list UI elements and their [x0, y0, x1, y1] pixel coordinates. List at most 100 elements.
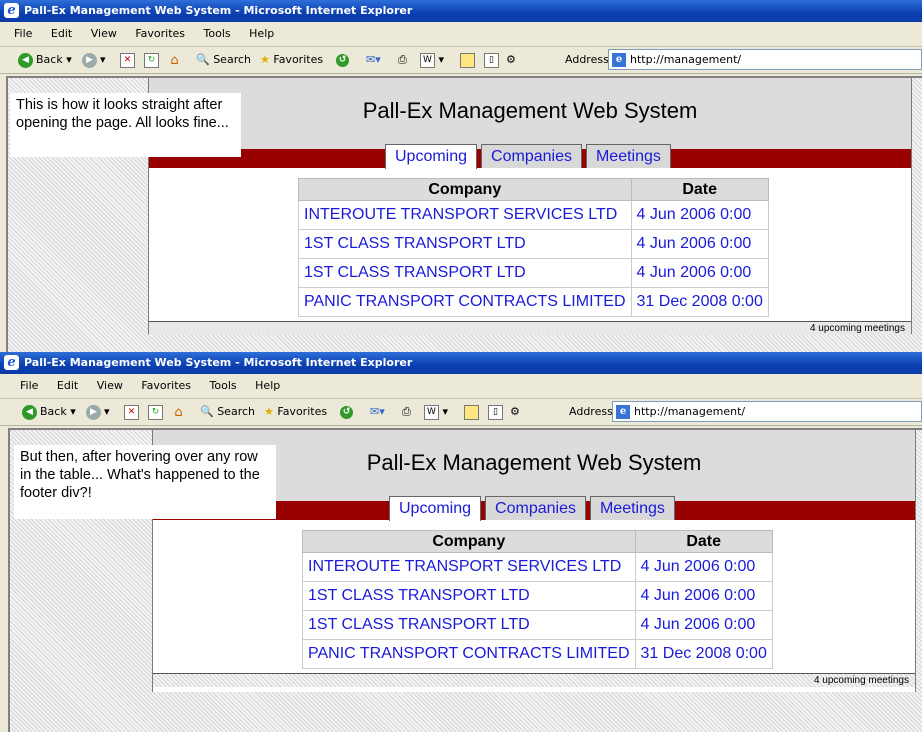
search-button[interactable]: 🔍 Search: [200, 403, 255, 421]
print-button[interactable]: ⎙: [398, 51, 407, 69]
page-icon: e: [616, 405, 630, 419]
research-button[interactable]: ▯: [484, 51, 499, 69]
table-row[interactable]: INTEROUTE TRANSPORT SERVICES LTD 4 Jun 2…: [298, 200, 769, 230]
company-cell[interactable]: INTEROUTE TRANSPORT SERVICES LTD: [302, 552, 636, 582]
discuss-button[interactable]: [464, 403, 479, 421]
forward-arrow-icon: ▶: [82, 52, 97, 68]
search-button[interactable]: 🔍 Search: [196, 51, 251, 69]
stop-button[interactable]: ✕: [120, 51, 135, 69]
tab-upcoming[interactable]: Upcoming: [389, 496, 482, 521]
star-icon: ★: [260, 53, 270, 66]
tab-strip: Upcoming Companies Meetings: [385, 144, 671, 169]
discuss-button[interactable]: [460, 51, 475, 69]
meetings-table: Company Date INTEROUTE TRANSPORT SERVICE…: [298, 178, 769, 317]
standard-toolbar: ◀ Back ▾ ▶ ▾ ✕ ↻ ⌂ 🔍 Search ★ Favorites ↺ …: [0, 399, 922, 426]
date-cell[interactable]: 4 Jun 2006 0:00: [634, 552, 773, 582]
menu-edit[interactable]: Edit: [51, 27, 72, 40]
table-header-row: Company Date: [302, 530, 773, 553]
home-button[interactable]: ⌂: [168, 51, 181, 69]
date-cell[interactable]: 4 Jun 2006 0:00: [630, 229, 769, 259]
forward-arrow-icon: ▶: [86, 404, 101, 420]
date-cell[interactable]: 4 Jun 2006 0:00: [630, 258, 769, 288]
date-cell[interactable]: 4 Jun 2006 0:00: [634, 610, 773, 640]
menu-file[interactable]: File: [14, 27, 32, 40]
table-row[interactable]: PANIC TRANSPORT CONTRACTS LIMITED 31 Dec…: [298, 287, 769, 317]
table-row[interactable]: 1ST CLASS TRANSPORT LTD 4 Jun 2006 0:00: [302, 610, 773, 640]
history-button[interactable]: ↺: [336, 51, 352, 69]
refresh-button[interactable]: ↻: [144, 51, 159, 69]
history-button[interactable]: ↺: [340, 403, 356, 421]
messenger-icon: ⚙: [510, 405, 520, 418]
company-cell[interactable]: PANIC TRANSPORT CONTRACTS LIMITED: [302, 639, 636, 669]
menu-edit[interactable]: Edit: [57, 379, 78, 392]
mail-button[interactable]: ✉▾: [370, 403, 385, 421]
back-button[interactable]: ◀ Back ▾: [18, 51, 72, 69]
meetings-table: Company Date INTEROUTE TRANSPORT SERVICE…: [302, 530, 773, 669]
standard-toolbar: ◀ Back ▾ ▶ ▾ ✕ ↻ ⌂ 🔍 Search ★ Favorites ↺ …: [0, 47, 922, 74]
title-bar: e Pall-Ex Management Web System - Micros…: [0, 0, 922, 22]
menu-help[interactable]: Help: [255, 379, 280, 392]
tab-upcoming[interactable]: Upcoming: [385, 144, 478, 169]
column-header-date: Date: [634, 530, 773, 553]
table-row[interactable]: PANIC TRANSPORT CONTRACTS LIMITED 31 Dec…: [302, 639, 773, 669]
menu-favorites[interactable]: Favorites: [141, 379, 191, 392]
footer: 4 upcoming meetings: [149, 321, 911, 335]
company-cell[interactable]: 1ST CLASS TRANSPORT LTD: [298, 229, 632, 259]
date-cell[interactable]: 31 Dec 2008 0:00: [634, 639, 773, 669]
history-icon: ↺: [340, 405, 353, 419]
forward-button[interactable]: ▶ ▾: [82, 51, 106, 69]
address-url: http://management/: [634, 405, 746, 418]
menu-tools[interactable]: Tools: [210, 379, 237, 392]
company-cell[interactable]: 1ST CLASS TRANSPORT LTD: [302, 610, 636, 640]
word-icon: W: [420, 52, 435, 68]
print-button[interactable]: ⎙: [402, 403, 411, 421]
address-bar[interactable]: e http://management/: [612, 401, 922, 422]
edit-button[interactable]: W ▾: [424, 403, 448, 421]
menu-file[interactable]: File: [20, 379, 38, 392]
star-icon: ★: [264, 405, 274, 418]
date-cell[interactable]: 4 Jun 2006 0:00: [634, 581, 773, 611]
window-title: Pall-Ex Management Web System - Microsof…: [24, 356, 413, 369]
table-row[interactable]: INTEROUTE TRANSPORT SERVICES LTD 4 Jun 2…: [302, 552, 773, 582]
address-bar[interactable]: e http://management/: [608, 49, 922, 70]
company-cell[interactable]: 1ST CLASS TRANSPORT LTD: [298, 258, 632, 288]
date-cell[interactable]: 31 Dec 2008 0:00: [630, 287, 769, 317]
back-button[interactable]: ◀ Back ▾: [22, 403, 76, 421]
menu-bar: File Edit View Favorites Tools Help: [0, 374, 922, 399]
note-icon: [460, 52, 475, 68]
tab-companies[interactable]: Companies: [485, 496, 586, 520]
mail-button[interactable]: ✉▾: [366, 51, 381, 69]
messenger-button[interactable]: ⚙: [510, 403, 520, 421]
date-cell[interactable]: 4 Jun 2006 0:00: [630, 200, 769, 230]
favorites-button[interactable]: ★ Favorites: [260, 51, 323, 69]
refresh-icon: ↻: [148, 404, 163, 420]
refresh-button[interactable]: ↻: [148, 403, 163, 421]
company-cell[interactable]: 1ST CLASS TRANSPORT LTD: [302, 581, 636, 611]
stop-button[interactable]: ✕: [124, 403, 139, 421]
search-icon: 🔍: [200, 405, 214, 418]
menu-help[interactable]: Help: [249, 27, 274, 40]
forward-button[interactable]: ▶ ▾: [86, 403, 110, 421]
tab-meetings[interactable]: Meetings: [585, 144, 671, 168]
edit-button[interactable]: W ▾: [420, 51, 444, 69]
menu-view[interactable]: View: [91, 27, 117, 40]
menu-favorites[interactable]: Favorites: [135, 27, 185, 40]
window-title: Pall-Ex Management Web System - Microsof…: [24, 4, 413, 17]
home-icon: ⌂: [170, 52, 179, 68]
home-button[interactable]: ⌂: [172, 403, 185, 421]
address-url: http://management/: [630, 53, 742, 66]
tab-meetings[interactable]: Meetings: [589, 496, 675, 520]
tab-companies[interactable]: Companies: [481, 144, 582, 168]
messenger-button[interactable]: ⚙: [506, 51, 516, 69]
menu-view[interactable]: View: [97, 379, 123, 392]
research-button[interactable]: ▯: [488, 403, 503, 421]
table-row[interactable]: 1ST CLASS TRANSPORT LTD 4 Jun 2006 0:00: [298, 258, 769, 288]
menu-tools[interactable]: Tools: [204, 27, 231, 40]
favorites-button[interactable]: ★ Favorites: [264, 403, 327, 421]
title-bar: e Pall-Ex Management Web System - Micros…: [0, 352, 922, 374]
table-row[interactable]: 1ST CLASS TRANSPORT LTD 4 Jun 2006 0:00: [302, 581, 773, 611]
column-header-company: Company: [302, 530, 636, 553]
company-cell[interactable]: INTEROUTE TRANSPORT SERVICES LTD: [298, 200, 632, 230]
table-row[interactable]: 1ST CLASS TRANSPORT LTD 4 Jun 2006 0:00: [298, 229, 769, 259]
company-cell[interactable]: PANIC TRANSPORT CONTRACTS LIMITED: [298, 287, 632, 317]
